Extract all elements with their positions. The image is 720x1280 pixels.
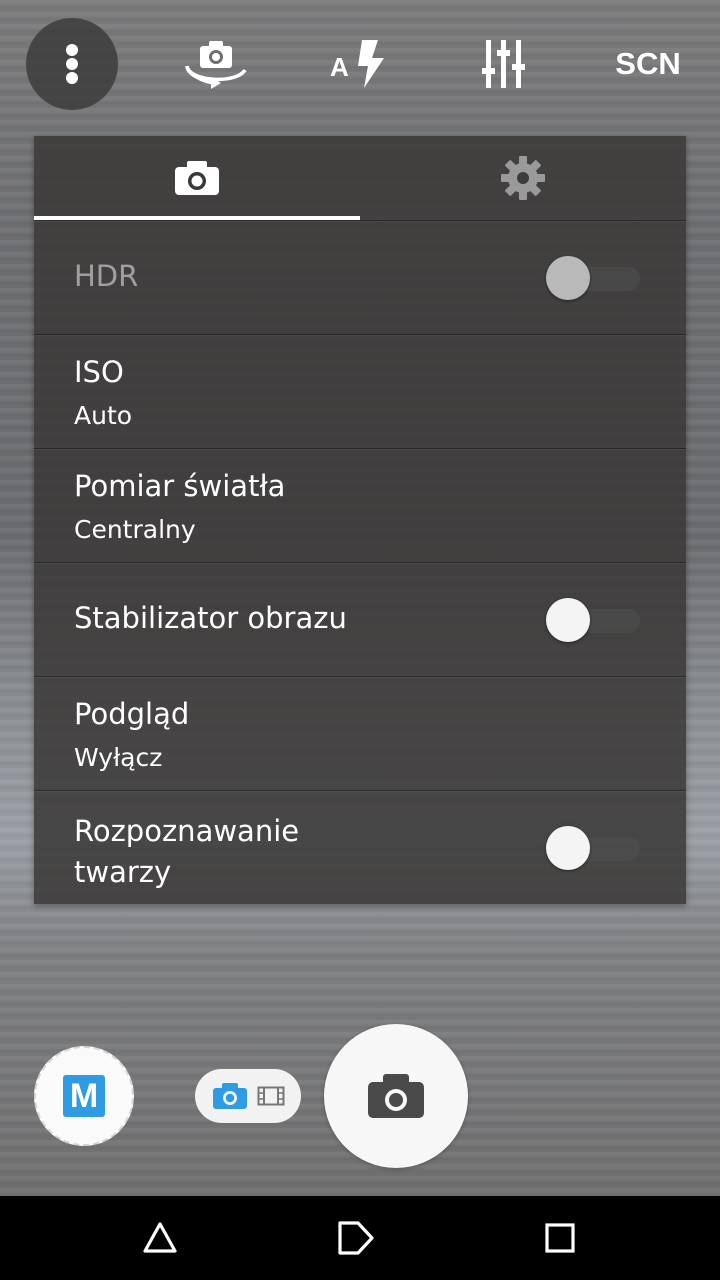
- face-detection-toggle[interactable]: [544, 825, 642, 871]
- hdr-toggle[interactable]: [544, 255, 642, 301]
- home-icon: [338, 1221, 374, 1255]
- more-options-button[interactable]: [26, 18, 118, 110]
- setting-preview[interactable]: Podgląd Wyłącz: [34, 676, 686, 790]
- recents-button[interactable]: [532, 1210, 588, 1266]
- more-vert-icon-dot: [66, 72, 78, 84]
- square-recents-icon: [545, 1223, 575, 1253]
- back-button[interactable]: [132, 1210, 188, 1266]
- camera-icon: [368, 1074, 424, 1118]
- setting-iso-label: ISO: [74, 355, 124, 389]
- more-vert-icon: [66, 44, 78, 56]
- photo-video-switch[interactable]: [195, 1069, 301, 1123]
- flash-auto-icon: A: [330, 40, 384, 88]
- gear-icon: [501, 156, 545, 200]
- setting-iso-value: Auto: [74, 401, 133, 430]
- settings-panel: HDR ISO Auto Pomiar światła Centralny St…: [34, 136, 686, 904]
- setting-hdr: HDR: [34, 220, 686, 334]
- flash-button[interactable]: A: [328, 32, 388, 96]
- video-mode-icon: [257, 1086, 284, 1106]
- adjustments-button[interactable]: [478, 32, 530, 96]
- setting-preview-label: Podgląd: [74, 697, 190, 731]
- sliders-icon: [482, 40, 525, 88]
- more-vert-icon-dot: [66, 58, 78, 70]
- setting-hdr-label: HDR: [74, 259, 139, 293]
- setting-preview-value: Wyłącz: [74, 743, 163, 772]
- setting-metering-label: Pomiar światła: [74, 469, 286, 503]
- camera-rotate-icon: [185, 41, 247, 89]
- setting-iso[interactable]: ISO Auto: [34, 334, 686, 448]
- home-button[interactable]: [328, 1210, 384, 1266]
- top-toolbar: A SCN: [0, 0, 720, 130]
- system-navigation-bar: [0, 1196, 720, 1280]
- settings-tabs: [34, 136, 686, 220]
- stabilizer-toggle[interactable]: [544, 597, 642, 643]
- setting-stabilizer[interactable]: Stabilizator obrazu: [34, 562, 686, 676]
- setting-stabilizer-label: Stabilizator obrazu: [74, 601, 347, 635]
- toggle-thumb: [546, 826, 590, 870]
- setting-face-detection[interactable]: Rozpoznawanie twarzy: [34, 790, 686, 904]
- setting-metering[interactable]: Pomiar światła Centralny: [34, 448, 686, 562]
- manual-mode-button[interactable]: M: [34, 1046, 134, 1146]
- tab-general-settings[interactable]: [360, 136, 686, 220]
- scene-mode-button[interactable]: SCN: [612, 40, 684, 88]
- triangle-back-icon: [143, 1222, 177, 1253]
- shutter-button[interactable]: [324, 1024, 468, 1168]
- tab-camera-settings[interactable]: [34, 136, 360, 220]
- manual-mode-label: M: [63, 1075, 105, 1117]
- setting-face-detection-label: Rozpoznawanie twarzy: [74, 814, 300, 889]
- photo-mode-icon: [212, 1083, 247, 1109]
- toggle-thumb: [546, 256, 590, 300]
- svg-text:A: A: [330, 52, 349, 82]
- setting-metering-value: Centralny: [74, 515, 196, 544]
- camera-icon: [175, 161, 219, 195]
- switch-camera-button[interactable]: [180, 32, 252, 96]
- toggle-thumb: [546, 598, 590, 642]
